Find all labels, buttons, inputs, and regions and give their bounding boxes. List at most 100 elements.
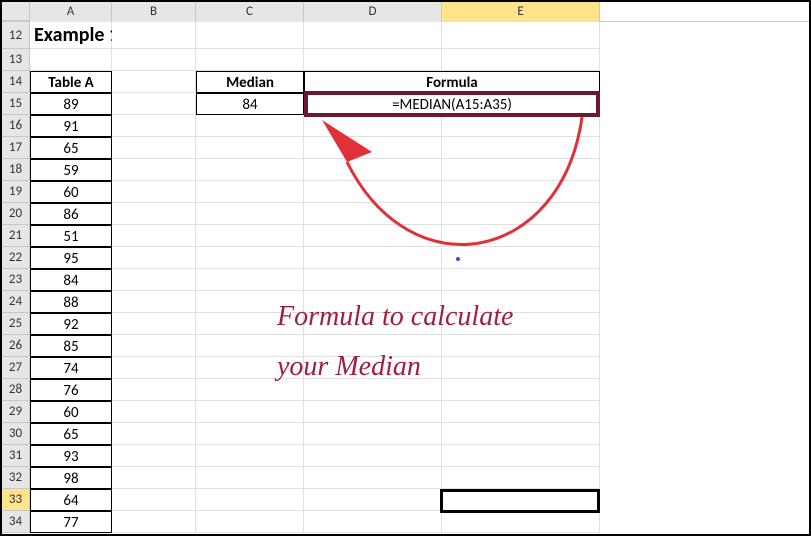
cell-D22[interactable]	[304, 247, 442, 269]
cell-B22[interactable]	[112, 247, 196, 269]
cell-D18[interactable]	[304, 159, 442, 181]
cell-B32[interactable]	[112, 467, 196, 489]
cell-D30[interactable]	[304, 423, 442, 445]
cell-D12[interactable]	[304, 22, 442, 49]
cell-A27[interactable]: 74	[30, 357, 112, 379]
row-header-28[interactable]: 28	[2, 379, 30, 401]
cell-C30[interactable]	[196, 423, 304, 445]
cell-A17[interactable]: 65	[30, 137, 112, 159]
col-header-A[interactable]: A	[30, 2, 112, 22]
cell-A12[interactable]: Example 1: Calculate median for the foll…	[30, 22, 112, 49]
row-header-27[interactable]: 27	[2, 357, 30, 379]
row-header-24[interactable]: 24	[2, 291, 30, 313]
cell-A20[interactable]: 86	[30, 203, 112, 225]
cell-B26[interactable]	[112, 335, 196, 357]
cell-C15-median-value[interactable]: 84	[196, 93, 304, 115]
cell-A13[interactable]	[30, 49, 112, 71]
cell-B28[interactable]	[112, 379, 196, 401]
cell-D20[interactable]	[304, 203, 442, 225]
cell-E33[interactable]	[442, 489, 600, 511]
cell-C32[interactable]	[196, 467, 304, 489]
cell-D17[interactable]	[304, 137, 442, 159]
cell-E17[interactable]	[442, 137, 600, 159]
cell-B29[interactable]	[112, 401, 196, 423]
cell-C12[interactable]	[196, 22, 304, 49]
row-header-22[interactable]: 22	[2, 247, 30, 269]
cell-A32[interactable]: 98	[30, 467, 112, 489]
cell-B13[interactable]	[112, 49, 196, 71]
col-header-C[interactable]: C	[196, 2, 304, 22]
cell-E20[interactable]	[442, 203, 600, 225]
cell-B31[interactable]	[112, 445, 196, 467]
cell-A22[interactable]: 95	[30, 247, 112, 269]
row-header-17[interactable]: 17	[2, 137, 30, 159]
cell-A18[interactable]: 59	[30, 159, 112, 181]
cell-C13[interactable]	[196, 49, 304, 71]
cell-A33[interactable]: 64	[30, 489, 112, 511]
row-header-15[interactable]: 15	[2, 93, 30, 115]
cell-E29[interactable]	[442, 401, 600, 423]
cell-B24[interactable]	[112, 291, 196, 313]
cell-D16[interactable]	[304, 115, 442, 137]
cell-D14-formula-header[interactable]: Formula	[304, 71, 600, 93]
cell-D13[interactable]	[304, 49, 442, 71]
cell-B16[interactable]	[112, 115, 196, 137]
cell-D33[interactable]	[304, 489, 442, 511]
row-header-31[interactable]: 31	[2, 445, 30, 467]
cell-E18[interactable]	[442, 159, 600, 181]
row-header-23[interactable]: 23	[2, 269, 30, 291]
row-header-16[interactable]: 16	[2, 115, 30, 137]
cell-E34[interactable]	[442, 511, 600, 533]
cell-B19[interactable]	[112, 181, 196, 203]
cell-C34[interactable]	[196, 511, 304, 533]
select-all-corner[interactable]	[2, 2, 30, 21]
cell-A15[interactable]: 89	[30, 93, 112, 115]
cell-A34[interactable]: 77	[30, 511, 112, 533]
col-header-B[interactable]: B	[112, 2, 196, 22]
cell-C20[interactable]	[196, 203, 304, 225]
cell-C14-median-header[interactable]: Median	[196, 71, 304, 93]
row-header-14[interactable]: 14	[2, 71, 30, 93]
cell-D19[interactable]	[304, 181, 442, 203]
cell-C33[interactable]	[196, 489, 304, 511]
cell-D31[interactable]	[304, 445, 442, 467]
row-header-30[interactable]: 30	[2, 423, 30, 445]
cell-E32[interactable]	[442, 467, 600, 489]
cell-B30[interactable]	[112, 423, 196, 445]
row-header-33[interactable]: 33	[2, 489, 30, 511]
row-header-32[interactable]: 32	[2, 467, 30, 489]
cell-E12[interactable]	[442, 22, 600, 49]
cell-E16[interactable]	[442, 115, 600, 137]
cell-B18[interactable]	[112, 159, 196, 181]
cell-A31[interactable]: 93	[30, 445, 112, 467]
cell-A30[interactable]: 65	[30, 423, 112, 445]
row-header-12[interactable]: 12	[2, 22, 30, 49]
cell-B14[interactable]	[112, 71, 196, 93]
cell-A24[interactable]: 88	[30, 291, 112, 313]
row-header-25[interactable]: 25	[2, 313, 30, 335]
cell-E23[interactable]	[442, 269, 600, 291]
cell-A25[interactable]: 92	[30, 313, 112, 335]
cell-A16[interactable]: 91	[30, 115, 112, 137]
col-header-E[interactable]: E	[442, 2, 600, 22]
row-header-21[interactable]: 21	[2, 225, 30, 247]
cell-B34[interactable]	[112, 511, 196, 533]
cell-A14-table-a-header[interactable]: Table A	[30, 71, 112, 93]
row-header-13[interactable]: 13	[2, 49, 30, 71]
cell-E19[interactable]	[442, 181, 600, 203]
cell-C22[interactable]	[196, 247, 304, 269]
cell-A23[interactable]: 84	[30, 269, 112, 291]
cell-B27[interactable]	[112, 357, 196, 379]
cell-B23[interactable]	[112, 269, 196, 291]
cell-B15[interactable]	[112, 93, 196, 115]
cell-D15-formula-value[interactable]: =MEDIAN(A15:A35)	[304, 93, 600, 115]
cell-D29[interactable]	[304, 401, 442, 423]
cell-C23[interactable]	[196, 269, 304, 291]
cell-A29[interactable]: 60	[30, 401, 112, 423]
cell-D21[interactable]	[304, 225, 442, 247]
cell-C17[interactable]	[196, 137, 304, 159]
cell-B21[interactable]	[112, 225, 196, 247]
row-header-34[interactable]: 34	[2, 511, 30, 533]
row-header-26[interactable]: 26	[2, 335, 30, 357]
cell-E21[interactable]	[442, 225, 600, 247]
